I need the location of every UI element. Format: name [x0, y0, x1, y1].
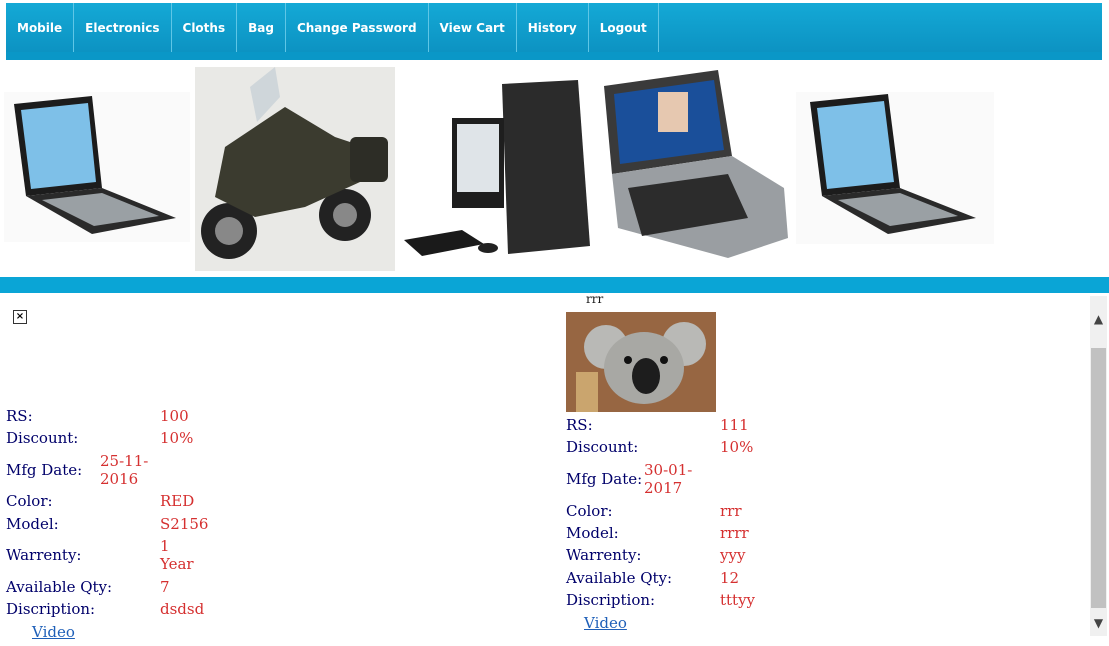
warranty-label: Warrenty: — [566, 546, 642, 564]
top-navbar: Mobile Electronics Cloths Bag Change Pas… — [6, 3, 1102, 60]
description-label: Discription: — [566, 591, 656, 609]
mfg-date-line2: 2016 — [100, 470, 139, 488]
discount-value: 10% — [160, 429, 194, 447]
discount-value: 10% — [720, 438, 754, 456]
description-value: tttyy — [720, 591, 756, 609]
color-label: Color: — [6, 492, 53, 510]
warranty-label: Warrenty: — [6, 546, 82, 564]
mfg-date-label: Mfg Date: — [566, 470, 643, 488]
color-label: Color: — [566, 502, 613, 520]
mfg-date-line1: 30-01- — [644, 461, 693, 479]
broken-image-icon: × — [13, 310, 27, 324]
laptop-image — [796, 92, 994, 244]
vertical-scrollbar[interactable]: ▲ ▼ — [1090, 296, 1107, 636]
koala-image — [566, 312, 716, 412]
nav-menu: Mobile Electronics Cloths Bag Change Pas… — [6, 3, 659, 52]
banner-band — [0, 277, 1109, 293]
available-qty-label: Available Qty: — [566, 569, 673, 587]
nav-item-view-cart[interactable]: View Cart — [429, 3, 517, 52]
color-value: rrr — [720, 502, 742, 520]
description-label: Discription: — [6, 600, 96, 618]
price-label: RS: — [6, 407, 33, 425]
scroll-down-arrow-icon[interactable]: ▼ — [1090, 614, 1107, 631]
color-value: RED — [160, 492, 195, 510]
model-label: Model: — [6, 515, 59, 533]
nav-item-mobile[interactable]: Mobile — [6, 3, 75, 52]
scroll-up-arrow-icon[interactable]: ▲ — [1090, 310, 1107, 327]
available-qty-label: Available Qty: — [6, 578, 113, 596]
navbar-underline — [6, 52, 1102, 60]
model-value: S2156 — [160, 515, 209, 533]
warranty-line2: Year — [160, 555, 194, 573]
video-link[interactable]: Video — [32, 623, 75, 641]
product-caption: rrr — [586, 292, 604, 306]
mfg-date-value: 25-11- 2016 — [100, 452, 148, 488]
desktop-computer-image — [400, 78, 592, 258]
available-qty-value: 12 — [720, 569, 740, 587]
scrollbar-thumb[interactable] — [1091, 348, 1106, 608]
model-value: rrrr — [720, 524, 749, 542]
price-value: 111 — [720, 416, 749, 434]
available-qty-value: 7 — [160, 578, 170, 596]
mfg-date-line2: 2017 — [644, 479, 683, 497]
nav-item-bag[interactable]: Bag — [237, 3, 286, 52]
model-label: Model: — [566, 524, 619, 542]
nav-item-electronics[interactable]: Electronics — [74, 3, 172, 52]
motorcycle-image — [195, 67, 395, 271]
mfg-date-value: 30-01- 2017 — [644, 461, 692, 497]
discount-label: Discount: — [6, 429, 79, 447]
price-value: 100 — [160, 407, 189, 425]
mobile-phone-image — [598, 68, 790, 264]
warranty-line1: 1 — [160, 537, 170, 555]
nav-item-change-password[interactable]: Change Password — [286, 3, 429, 52]
laptop-image — [4, 92, 190, 242]
discount-label: Discount: — [566, 438, 639, 456]
warranty-value: yyy — [720, 546, 746, 564]
price-label: RS: — [566, 416, 593, 434]
warranty-value: 1 Year — [160, 537, 194, 573]
description-value: dsdsd — [160, 600, 205, 618]
nav-item-cloths[interactable]: Cloths — [172, 3, 238, 52]
banner — [0, 60, 1109, 277]
mfg-date-label: Mfg Date: — [6, 461, 83, 479]
mfg-date-line1: 25-11- — [100, 452, 149, 470]
nav-item-history[interactable]: History — [517, 3, 589, 52]
video-link[interactable]: Video — [584, 614, 627, 632]
nav-item-logout[interactable]: Logout — [589, 3, 659, 52]
